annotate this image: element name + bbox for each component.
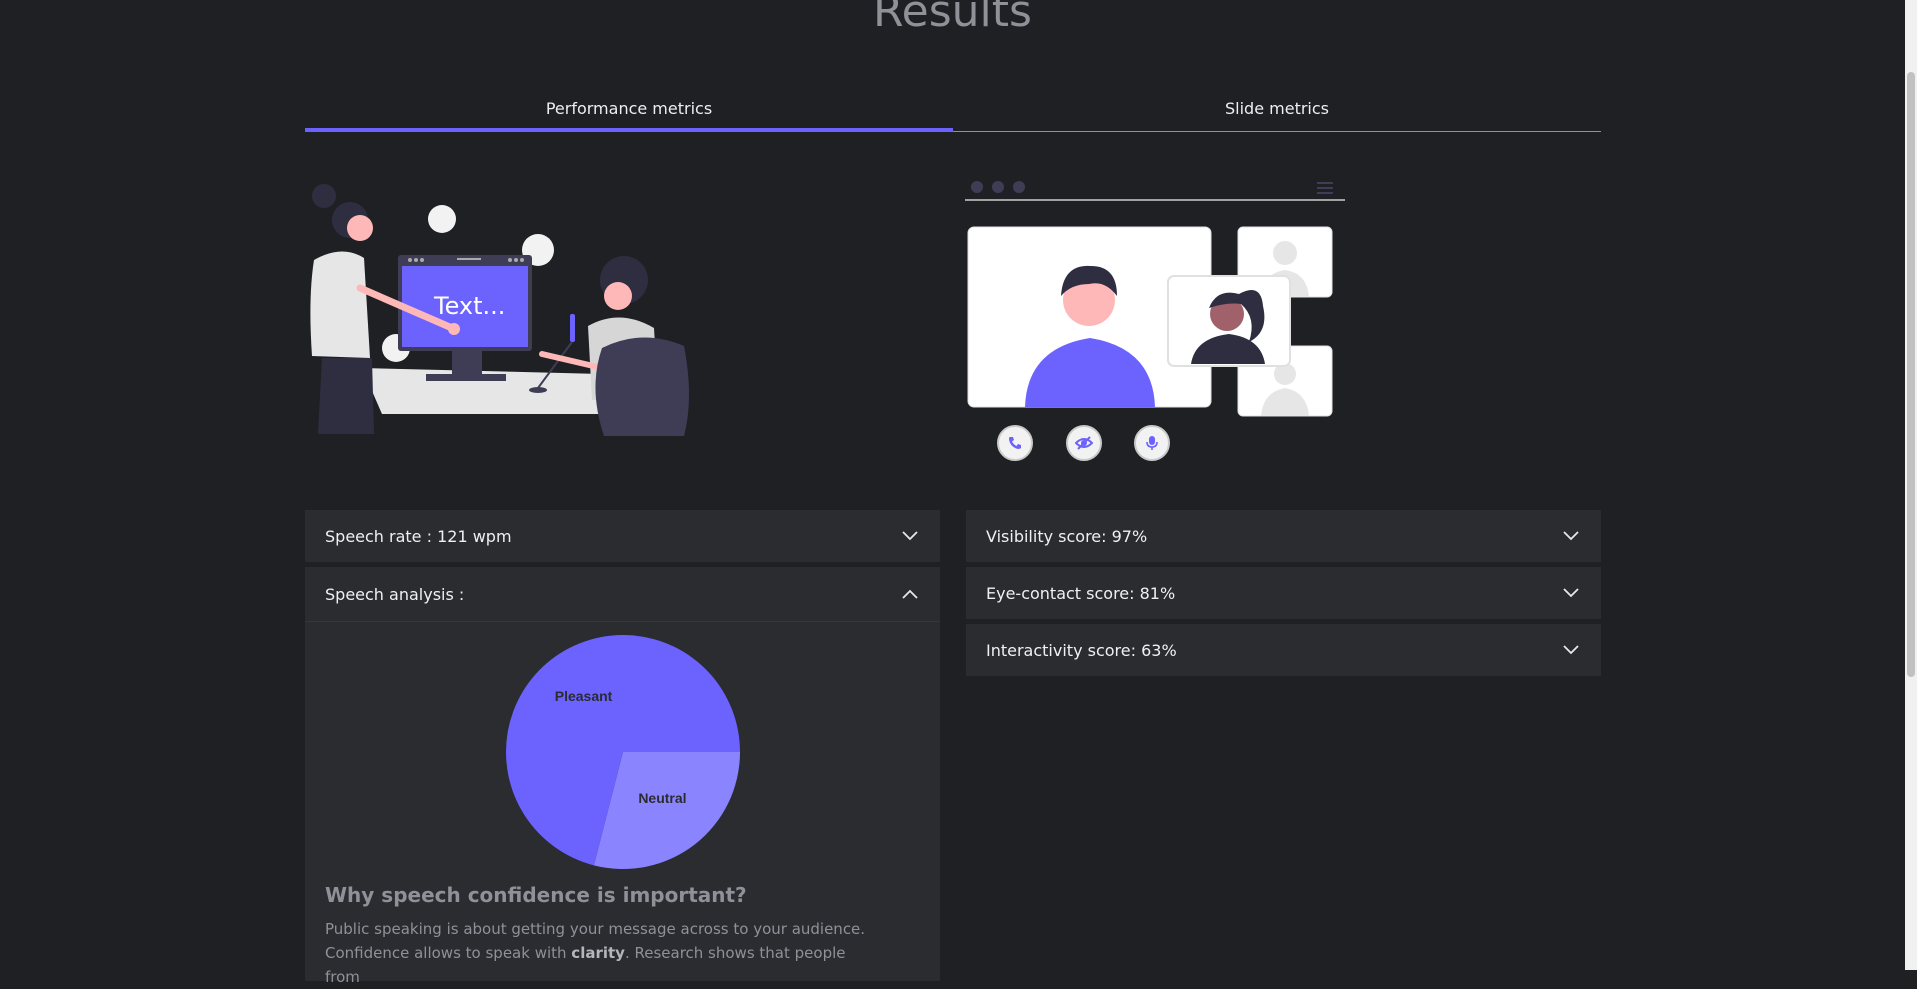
page-title: Results — [873, 0, 1032, 37]
why-confidence-title: Why speech confidence is important? — [325, 883, 747, 907]
pie-label-neutral: Neutral — [638, 790, 686, 806]
page-scrollbar[interactable] — [1905, 0, 1917, 970]
chevron-down-icon — [902, 531, 918, 541]
visibility-score-label: Visibility score: 97% — [986, 526, 1148, 546]
speech-rate-accordion[interactable]: Speech rate : 121 wpm — [305, 510, 940, 562]
microphone-button[interactable] — [1134, 425, 1170, 461]
speech-rate-label: Speech rate : 121 wpm — [325, 526, 512, 546]
chevron-down-icon — [1563, 588, 1579, 598]
monitor-screen-text: Text... — [433, 292, 505, 320]
eye-contact-score-label: Eye-contact score: 81% — [986, 583, 1176, 603]
call-button[interactable] — [997, 425, 1033, 461]
interactivity-score-label: Interactivity score: 63% — [986, 640, 1177, 660]
microphone-icon — [1146, 436, 1158, 450]
eye-contact-score-accordion[interactable]: Eye-contact score: 81% — [966, 567, 1601, 619]
hide-video-button[interactable] — [1066, 425, 1102, 461]
interactivity-score-accordion[interactable]: Interactivity score: 63% — [966, 624, 1601, 676]
metrics-tabs: Performance metrics Slide metrics — [305, 84, 1601, 132]
chevron-up-icon — [902, 589, 918, 599]
chevron-down-icon — [1563, 645, 1579, 655]
video-call-illustration — [965, 181, 1345, 417]
tab-slide-metrics[interactable]: Slide metrics — [953, 84, 1601, 132]
why-text-bold: clarity — [571, 944, 625, 962]
pie-label-pleasant: Pleasant — [555, 688, 613, 704]
why-confidence-text: Public speaking is about getting your me… — [325, 917, 885, 989]
visibility-score-accordion[interactable]: Visibility score: 97% — [966, 510, 1601, 562]
eye-off-icon — [1075, 436, 1093, 450]
speech-analysis-accordion[interactable]: Speech analysis : — [305, 567, 940, 621]
speech-analysis-label: Speech analysis : — [325, 584, 465, 604]
speech-analysis-panel: Neutral Pleasant Why speech confidence is… — [305, 621, 940, 986]
speech-analysis-pie-chart: Neutral Pleasant — [506, 635, 740, 869]
presentation-illustration: Text... — [310, 184, 689, 436]
phone-icon — [1009, 437, 1021, 449]
panel-divider — [305, 621, 940, 622]
chevron-down-icon — [1563, 531, 1579, 541]
menu-icon — [1317, 182, 1333, 194]
tab-performance-metrics[interactable]: Performance metrics — [305, 84, 953, 132]
scrollbar-thumb[interactable] — [1907, 72, 1915, 677]
